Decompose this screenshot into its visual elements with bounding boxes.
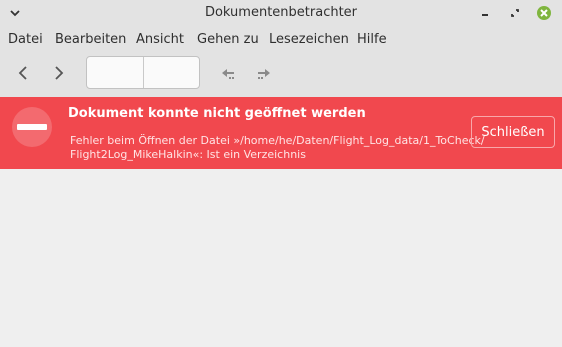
page-number-field[interactable]	[87, 57, 143, 88]
title-bar: Dokumentenbetrachter	[0, 0, 562, 26]
page-down-icon[interactable]	[254, 63, 274, 83]
menu-bar: Datei Bearbeiten Ansicht Gehen zu Leseze…	[0, 26, 562, 52]
error-heading: Dokument konnte nicht geöffnet werden	[68, 106, 366, 121]
menu-bearbeiten[interactable]: Bearbeiten	[55, 32, 126, 47]
error-dash-icon	[12, 107, 52, 147]
error-detail-line2: Flight2Log_MikeHalkin«: Ist ein Verzeich…	[70, 148, 306, 161]
error-detail-line1: Fehler beim Öffnen der Datei »/home/he/D…	[70, 134, 485, 147]
menu-gehen-zu[interactable]: Gehen zu	[197, 32, 259, 47]
menu-hilfe[interactable]: Hilfe	[357, 32, 387, 47]
error-infobar: Dokument konnte nicht geöffnet werden Fe…	[0, 97, 562, 169]
page-count-field	[144, 57, 199, 88]
menu-lesezeichen[interactable]: Lesezeichen	[269, 32, 349, 47]
toolbar	[0, 52, 562, 98]
close-button[interactable]: Schließen	[471, 116, 555, 148]
document-view[interactable]	[0, 169, 562, 347]
menu-ansicht[interactable]: Ansicht	[136, 32, 184, 47]
restore-icon[interactable]	[506, 4, 524, 22]
back-icon[interactable]	[12, 62, 34, 84]
close-icon[interactable]	[535, 4, 553, 22]
forward-icon[interactable]	[48, 62, 70, 84]
page-number-entry[interactable]	[86, 56, 200, 89]
minimize-icon[interactable]	[476, 4, 494, 22]
page-up-icon[interactable]	[218, 63, 238, 83]
menu-datei[interactable]: Datei	[8, 32, 43, 47]
